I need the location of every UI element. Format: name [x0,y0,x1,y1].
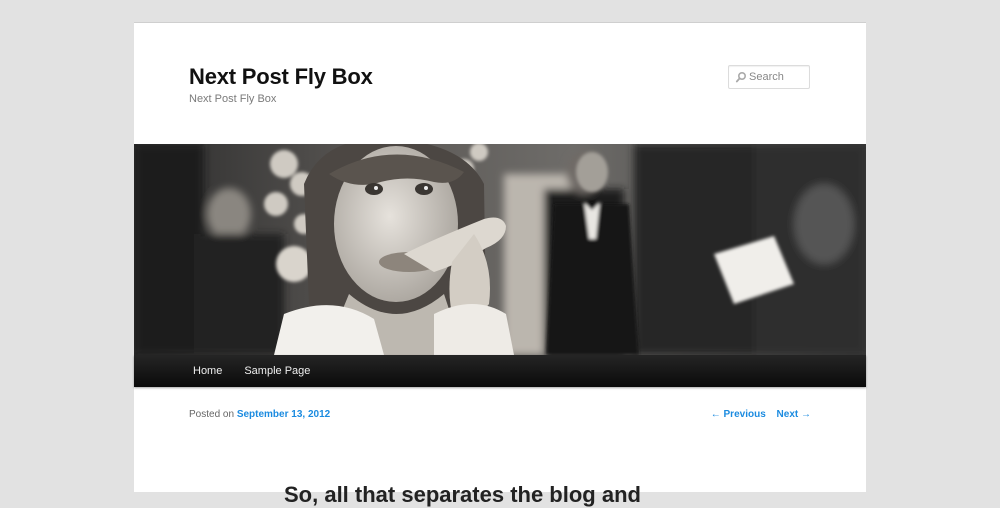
nav-item-home[interactable]: Home [182,355,233,387]
post-navigation: ← Previous Next → [703,409,811,420]
nav-item-sample-page[interactable]: Sample Page [233,355,321,387]
post-date-link[interactable]: September 13, 2012 [237,409,330,420]
site-title[interactable]: Next Post Fly Box [189,63,373,91]
posted-on-label: Posted on [189,409,237,420]
main-navigation: Home Sample Page [134,355,866,387]
post-meta: Posted on September 13, 2012 [189,409,330,420]
search-input[interactable] [749,68,805,86]
site-description: Next Post Fly Box [189,93,277,105]
page-container: Next Post Fly Box Next Post Fly Box Sear… [134,22,866,507]
next-post-link[interactable]: Next → [777,409,811,420]
search-icon [735,71,747,83]
header-image [134,144,866,355]
previous-post-link[interactable]: ← Previous [711,409,766,420]
search-form [728,65,810,89]
entry-title: So, all that separates the blog and [284,482,641,507]
